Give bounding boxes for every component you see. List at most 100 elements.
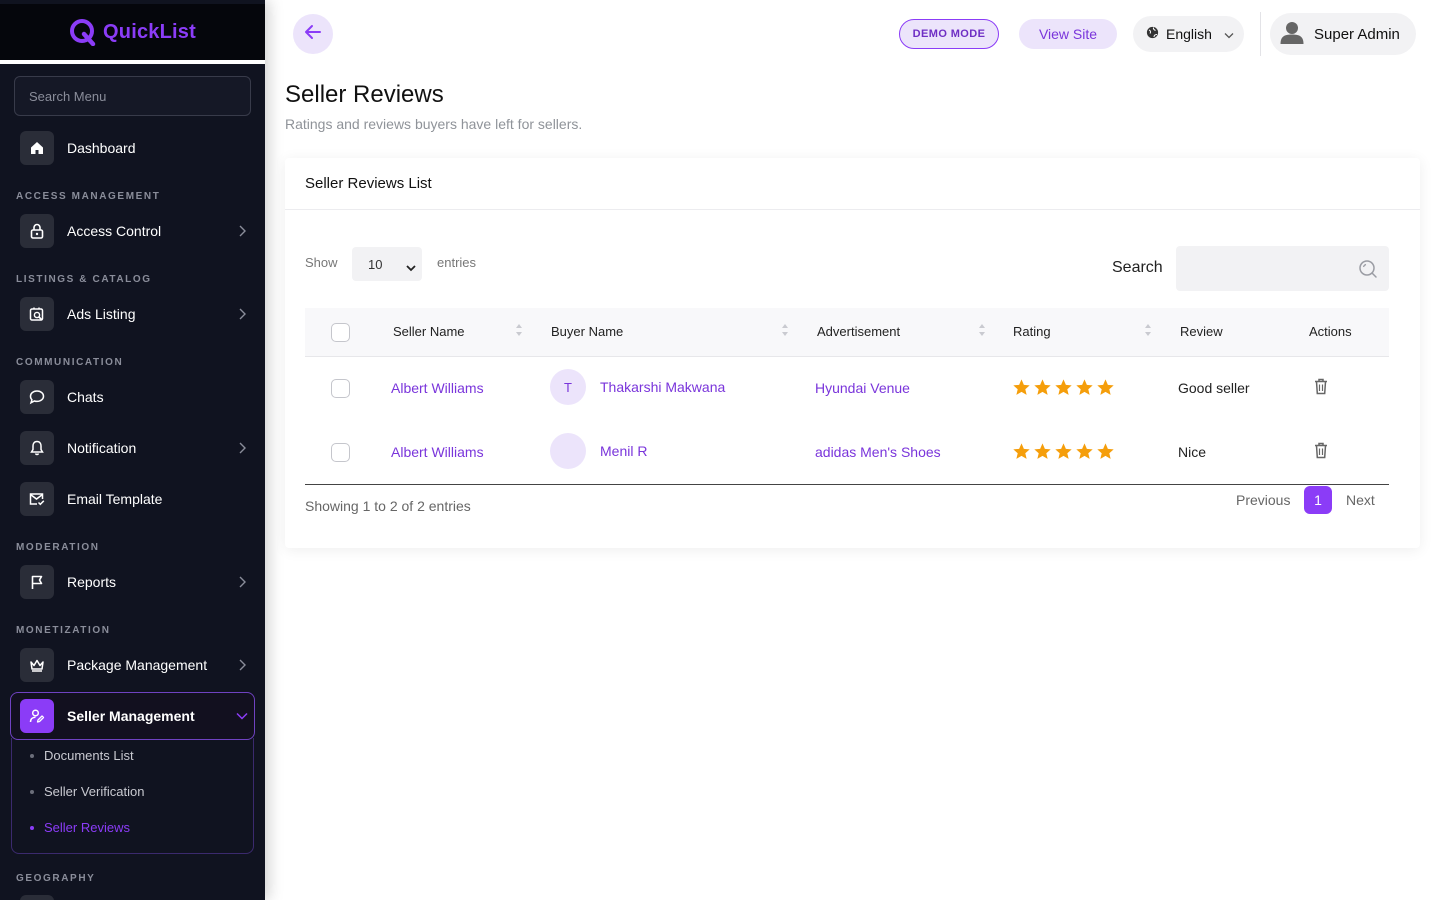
home-icon bbox=[20, 131, 54, 165]
table-header: Seller Name Buyer Name Advertisement Rat… bbox=[305, 308, 1389, 357]
bullet-icon bbox=[30, 789, 34, 794]
submenu-seller-reviews[interactable]: Seller Reviews bbox=[30, 820, 130, 835]
sidebar-item-dashboard[interactable]: Dashboard bbox=[20, 131, 250, 165]
seller-name-link[interactable]: Albert Williams bbox=[391, 380, 484, 396]
section-monetization: MONETIZATION bbox=[16, 625, 111, 636]
sidebar-item-notification[interactable]: Notification bbox=[20, 431, 250, 465]
star-icon bbox=[1034, 379, 1051, 395]
star-icon bbox=[1034, 443, 1051, 459]
sidebar-item-package-management[interactable]: Package Management bbox=[20, 648, 250, 682]
row-checkbox[interactable] bbox=[331, 379, 350, 398]
sort-icon[interactable] bbox=[781, 323, 789, 342]
sidebar-item-chats[interactable]: Chats bbox=[20, 380, 250, 414]
table-row: Albert Williams T Thakarshi Makwana Hyun… bbox=[305, 357, 1389, 421]
user-edit-icon bbox=[20, 699, 54, 733]
sort-icon[interactable] bbox=[978, 323, 986, 342]
logo[interactable]: QuickList bbox=[0, 4, 265, 64]
submenu-seller-verification[interactable]: Seller Verification bbox=[30, 784, 144, 799]
review-text: Nice bbox=[1178, 444, 1207, 460]
submenu-label: Seller Verification bbox=[44, 784, 145, 799]
seller-name-link[interactable]: Albert Williams bbox=[391, 444, 484, 460]
search-input[interactable] bbox=[1176, 246, 1389, 291]
next-page-button[interactable]: Next bbox=[1346, 492, 1375, 508]
sidebar-item-label: Seller Management bbox=[67, 708, 195, 724]
sidebar-item-ads-listing[interactable]: Ads Listing bbox=[20, 297, 250, 331]
select-all-checkbox[interactable] bbox=[331, 323, 350, 342]
search-menu-input[interactable] bbox=[14, 76, 251, 116]
column-review: Review bbox=[1180, 324, 1223, 339]
sidebar-item-label: Package Management bbox=[67, 657, 208, 673]
logo-text: QuickList bbox=[103, 20, 196, 43]
entries-select[interactable]: 10 25 50 100 bbox=[352, 247, 422, 281]
star-icon bbox=[1097, 379, 1114, 395]
search-label: Search bbox=[1112, 259, 1163, 276]
sidebar-item-label: Email Template bbox=[67, 491, 163, 507]
avatar bbox=[1279, 19, 1305, 49]
language-label: English bbox=[1166, 26, 1212, 42]
flag-icon bbox=[20, 565, 54, 599]
trash-icon[interactable] bbox=[1314, 442, 1328, 464]
buyer-name-link[interactable]: Thakarshi Makwana bbox=[600, 379, 725, 395]
sort-icon[interactable] bbox=[515, 323, 523, 342]
column-buyer-name[interactable]: Buyer Name bbox=[551, 324, 623, 339]
sidebar: QuickList Dashboard ACCESS MANAGEMENT Ac… bbox=[0, 0, 265, 900]
submenu-label: Documents List bbox=[44, 748, 134, 763]
sort-icon[interactable] bbox=[1144, 323, 1152, 342]
submenu-label: Seller Reviews bbox=[44, 820, 130, 835]
chat-bubble-icon bbox=[20, 380, 54, 414]
language-selector[interactable]: English bbox=[1133, 16, 1244, 52]
column-seller-name[interactable]: Seller Name bbox=[393, 324, 465, 339]
chevron-right-icon bbox=[234, 440, 250, 456]
pagination-info: Showing 1 to 2 of 2 entries bbox=[305, 498, 471, 514]
section-access-management: ACCESS MANAGEMENT bbox=[16, 191, 161, 202]
card-title: Seller Reviews List bbox=[285, 158, 1420, 210]
logo-icon bbox=[69, 18, 97, 47]
bullet-icon bbox=[30, 753, 34, 758]
star-icon bbox=[1013, 379, 1030, 395]
lock-icon bbox=[20, 214, 54, 248]
section-geography: GEOGRAPHY bbox=[16, 873, 96, 884]
avatar: T bbox=[550, 369, 586, 405]
column-advertisement[interactable]: Advertisement bbox=[817, 324, 900, 339]
star-icon bbox=[1013, 443, 1030, 459]
section-listings-catalog: LISTINGS & CATALOG bbox=[16, 274, 152, 285]
geography-item-icon[interactable] bbox=[20, 895, 54, 900]
advertisement-link[interactable]: Hyundai Venue bbox=[815, 380, 910, 396]
show-label: Show bbox=[305, 255, 338, 270]
user-menu[interactable]: Super Admin bbox=[1270, 13, 1416, 55]
advertisement-link[interactable]: adidas Men's Shoes bbox=[815, 444, 941, 460]
row-checkbox[interactable] bbox=[331, 443, 350, 462]
column-rating[interactable]: Rating bbox=[1013, 324, 1051, 339]
user-name: Super Admin bbox=[1314, 25, 1400, 43]
sidebar-item-email-template[interactable]: Email Template bbox=[20, 482, 250, 516]
previous-page-button[interactable]: Previous bbox=[1236, 492, 1290, 508]
sidebar-item-reports[interactable]: Reports bbox=[20, 565, 250, 599]
column-actions: Actions bbox=[1309, 324, 1352, 339]
header-divider bbox=[1260, 12, 1261, 56]
buyer-name-link[interactable]: Menil R bbox=[600, 443, 647, 459]
star-icon bbox=[1055, 379, 1072, 395]
page-1-button[interactable]: 1 bbox=[1304, 486, 1332, 514]
back-button[interactable] bbox=[293, 14, 333, 54]
submenu-documents-list[interactable]: Documents List bbox=[30, 748, 134, 763]
sidebar-item-access-control[interactable]: Access Control bbox=[20, 214, 250, 248]
sidebar-item-seller-management[interactable]: Seller Management bbox=[20, 699, 250, 733]
view-site-button[interactable]: View Site bbox=[1019, 19, 1117, 49]
chevron-down-icon bbox=[1224, 26, 1234, 42]
globe-icon bbox=[1146, 26, 1159, 42]
table-row: Albert Williams Menil R adidas Men's Sho… bbox=[305, 421, 1389, 485]
bell-icon bbox=[20, 431, 54, 465]
sidebar-item-label: Access Control bbox=[67, 223, 162, 239]
chevron-right-icon bbox=[234, 657, 250, 673]
mail-check-icon bbox=[20, 482, 54, 516]
sidebar-item-label: Dashboard bbox=[67, 140, 136, 156]
trash-icon[interactable] bbox=[1314, 378, 1328, 400]
chevron-right-icon bbox=[234, 223, 250, 239]
page-subtitle: Ratings and reviews buyers have left for… bbox=[285, 116, 583, 132]
star-icon bbox=[1055, 443, 1072, 459]
avatar bbox=[550, 433, 586, 469]
star-icon bbox=[1097, 443, 1114, 459]
sidebar-item-label: Notification bbox=[67, 440, 137, 456]
chevron-right-icon bbox=[234, 574, 250, 590]
section-communication: COMMUNICATION bbox=[16, 357, 124, 368]
